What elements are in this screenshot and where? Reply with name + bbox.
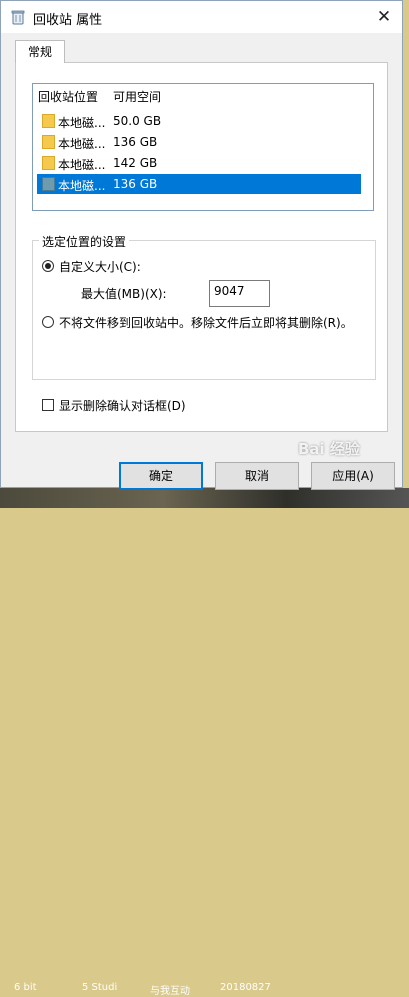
list-item[interactable]: 本地磁... 142 GB xyxy=(37,153,361,173)
groupbox-title: 选定位置的设置 xyxy=(39,233,130,250)
custom-size-radio[interactable] xyxy=(42,260,54,272)
cancel-button[interactable]: 取消 xyxy=(215,462,299,490)
custom-size-label[interactable]: 自定义大小(C): xyxy=(59,258,141,275)
desktop-label: 与我互动 xyxy=(150,986,190,997)
location-name: 本地磁... xyxy=(58,116,106,130)
tab-general[interactable]: 常规 xyxy=(15,40,65,63)
window-title: 回收站 属性 xyxy=(33,13,103,28)
close-icon: ✕ xyxy=(376,7,392,27)
title-bar[interactable]: 回收站 属性 ✕ xyxy=(1,1,402,33)
folder-icon xyxy=(42,135,55,149)
location-list[interactable]: 回收站位置 可用空间 本地磁... 50.0 GB 本地磁... 136 GB … xyxy=(32,83,374,211)
location-name: 本地磁... xyxy=(58,158,106,172)
column-header-free-space[interactable]: 可用空间 xyxy=(113,88,161,105)
dialog-body: 常规 回收站位置 可用空间 本地磁... 50.0 GB 本地磁... 136 … xyxy=(1,33,402,490)
free-space: 136 GB xyxy=(113,135,158,149)
drive-icon xyxy=(42,177,55,191)
max-size-label: 最大值(MB)(X): xyxy=(81,287,167,301)
column-header-location[interactable]: 回收站位置 xyxy=(38,88,98,105)
no-recycle-label[interactable]: 不将文件移到回收站中。移除文件后立即将其删除(R)。 xyxy=(59,314,353,331)
settings-groupbox: 选定位置的设置 自定义大小(C): 最大值(MB)(X): 9047 不将文件移… xyxy=(32,233,376,380)
apply-button[interactable]: 应用(A) xyxy=(311,462,395,490)
list-item-selected[interactable]: 本地磁... 136 GB xyxy=(37,174,361,194)
no-recycle-radio[interactable] xyxy=(42,316,54,328)
ok-button[interactable]: 确定 xyxy=(119,462,203,490)
recycle-bin-icon xyxy=(11,10,25,25)
tab-panel-general: 回收站位置 可用空间 本地磁... 50.0 GB 本地磁... 136 GB … xyxy=(15,62,388,432)
max-size-input[interactable]: 9047 xyxy=(209,280,270,307)
location-name: 本地磁... xyxy=(58,179,106,193)
confirm-delete-label[interactable]: 显示删除确认对话框(D) xyxy=(59,397,186,414)
desktop-label: 5 Studi xyxy=(82,982,118,993)
folder-icon xyxy=(42,114,55,128)
close-button[interactable]: ✕ xyxy=(371,5,397,29)
watermark-logo: Bai 经验 xyxy=(298,440,360,458)
folder-icon xyxy=(42,156,55,170)
free-space: 142 GB xyxy=(113,156,158,170)
location-name: 本地磁... xyxy=(58,137,106,151)
list-item[interactable]: 本地磁... 50.0 GB xyxy=(37,111,361,131)
desktop-label: 20180827 xyxy=(220,982,271,993)
desktop-label: 6 bit xyxy=(14,982,37,993)
list-header: 回收站位置 可用空间 xyxy=(33,84,373,106)
taskbar-strip: 6 bit 5 Studi 与我互动 20180827 xyxy=(0,488,409,997)
free-space: 136 GB xyxy=(113,177,158,191)
list-item[interactable]: 本地磁... 136 GB xyxy=(37,132,361,152)
free-space: 50.0 GB xyxy=(113,114,162,128)
properties-dialog: 回收站 属性 ✕ 常规 回收站位置 可用空间 本地磁... 50.0 GB 本地… xyxy=(0,0,403,490)
confirm-delete-checkbox[interactable] xyxy=(42,399,54,411)
